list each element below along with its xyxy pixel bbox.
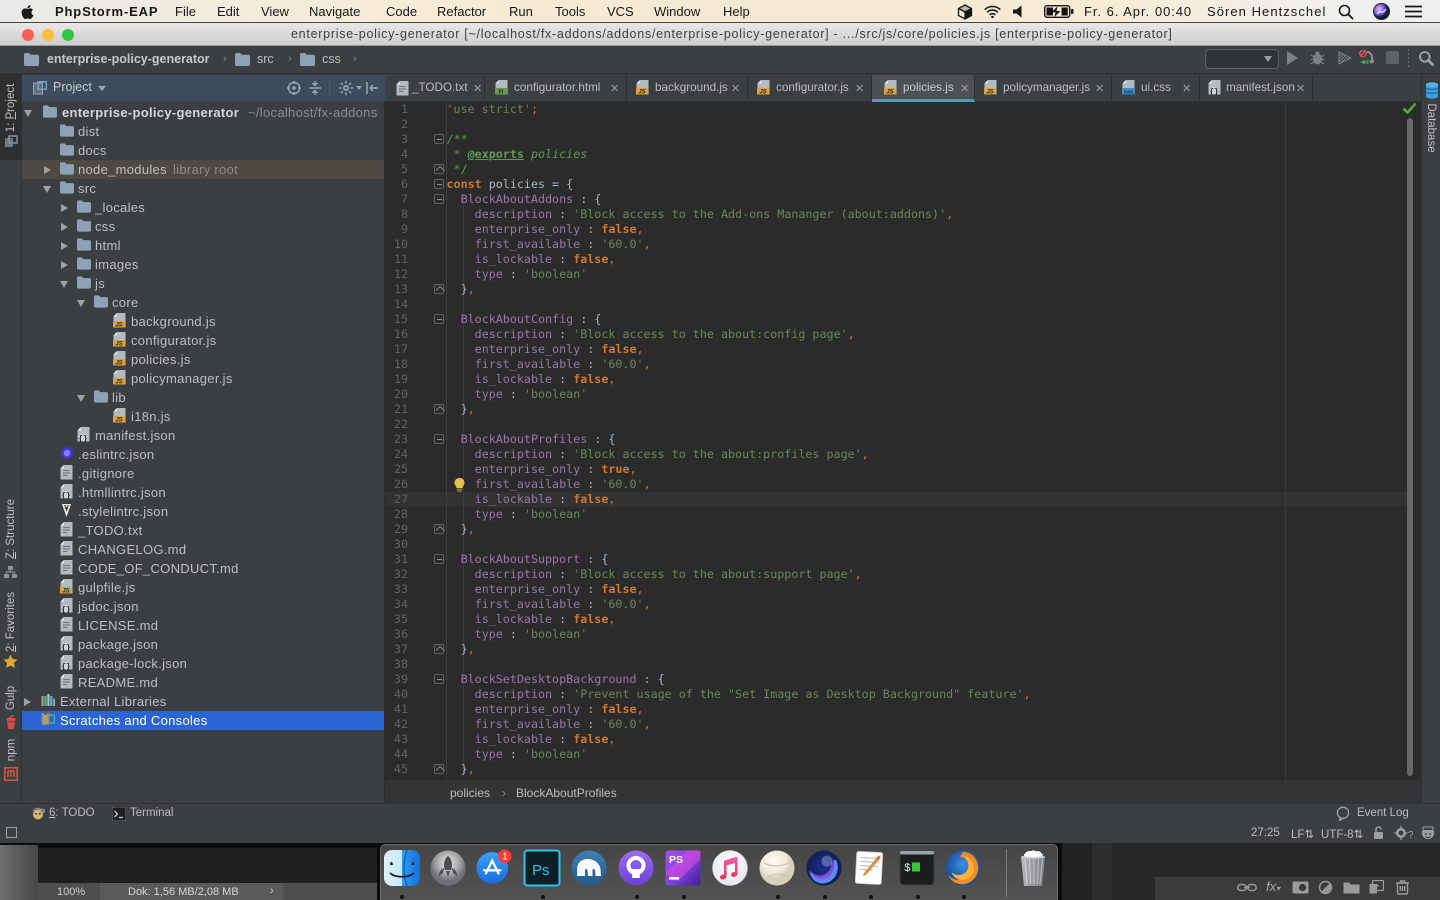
svg-text:1: 1 — [502, 851, 508, 862]
svg-text:Ps: Ps — [532, 862, 550, 879]
svg-text:$: $ — [904, 863, 911, 875]
svg-text:PS: PS — [669, 854, 683, 866]
svg-text:?: ? — [1408, 830, 1414, 840]
